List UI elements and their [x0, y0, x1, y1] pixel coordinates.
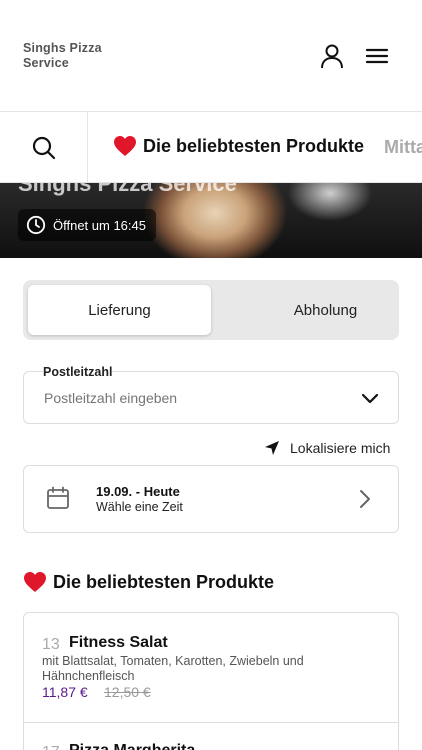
delivery-mode-toggle: Lieferung Abholung [23, 280, 399, 340]
zip-code-input[interactable] [44, 390, 344, 406]
product-number: 17 [42, 744, 60, 750]
opening-status-text: Öffnet um 16:45 [53, 217, 146, 233]
product-name: Fitness Salat [69, 634, 168, 651]
heart-icon [114, 136, 136, 156]
user-icon[interactable] [318, 42, 346, 70]
product-price: 11,87 € [42, 684, 88, 700]
tab-popular-label: Die beliebtesten Produkte [143, 135, 365, 156]
selected-date: 19.09. - Heute [96, 484, 180, 499]
category-bar: Die beliebtesten Produkte Mitta [0, 112, 422, 183]
zip-code-label: Postleitzahl [43, 365, 113, 379]
chevron-down-icon[interactable] [360, 390, 380, 406]
clock-icon [26, 215, 46, 235]
pickup-option[interactable]: Abholung [234, 285, 417, 335]
delivery-option[interactable]: Lieferung [28, 285, 211, 335]
product-old-price: 12,50 € [104, 684, 151, 700]
hero-title: Singhs Pizza Service [18, 183, 237, 196]
chevron-right-icon [360, 490, 370, 508]
search-icon [32, 136, 55, 159]
calendar-icon [47, 486, 69, 509]
tab-popular-products[interactable]: Die beliebtesten Produkte [113, 135, 364, 157]
choose-time-hint: Wähle eine Zeit [96, 500, 183, 514]
product-name: Pizza Margherita [69, 742, 195, 750]
menu-icon[interactable] [363, 42, 391, 70]
product-description: mit Blattsalat, Tomaten, Karotten, Zwieb… [42, 654, 304, 683]
location-arrow-icon [265, 441, 279, 455]
product-item[interactable]: 13 Fitness Salat mit Blattsalat, Tomaten… [24, 613, 398, 723]
locate-me-button[interactable]: Lokalisiere mich [264, 440, 390, 456]
section-title-text: Die beliebtesten Produkte [53, 571, 275, 592]
date-time-selector[interactable]: 19.09. - Heute Wähle eine Zeit [23, 465, 399, 533]
heart-icon [24, 572, 46, 592]
section-title-popular: Die beliebtesten Produkte [23, 571, 274, 593]
product-number: 13 [42, 636, 60, 653]
opening-status-badge: Öffnet um 16:45 [18, 209, 156, 241]
search-button[interactable] [0, 112, 88, 182]
restaurant-hero-image: Singhs Pizza Service Öffnet um 16:45 [0, 183, 422, 258]
app-header: Singhs Pizza Service [0, 0, 422, 112]
product-item[interactable]: 17 Pizza Margherita [24, 723, 398, 750]
product-list: 13 Fitness Salat mit Blattsalat, Tomaten… [23, 612, 399, 750]
tab-next-category[interactable]: Mitta [384, 137, 422, 158]
locate-me-label: Lokalisiere mich [290, 440, 391, 456]
brand-name[interactable]: Singhs Pizza Service [23, 41, 133, 71]
